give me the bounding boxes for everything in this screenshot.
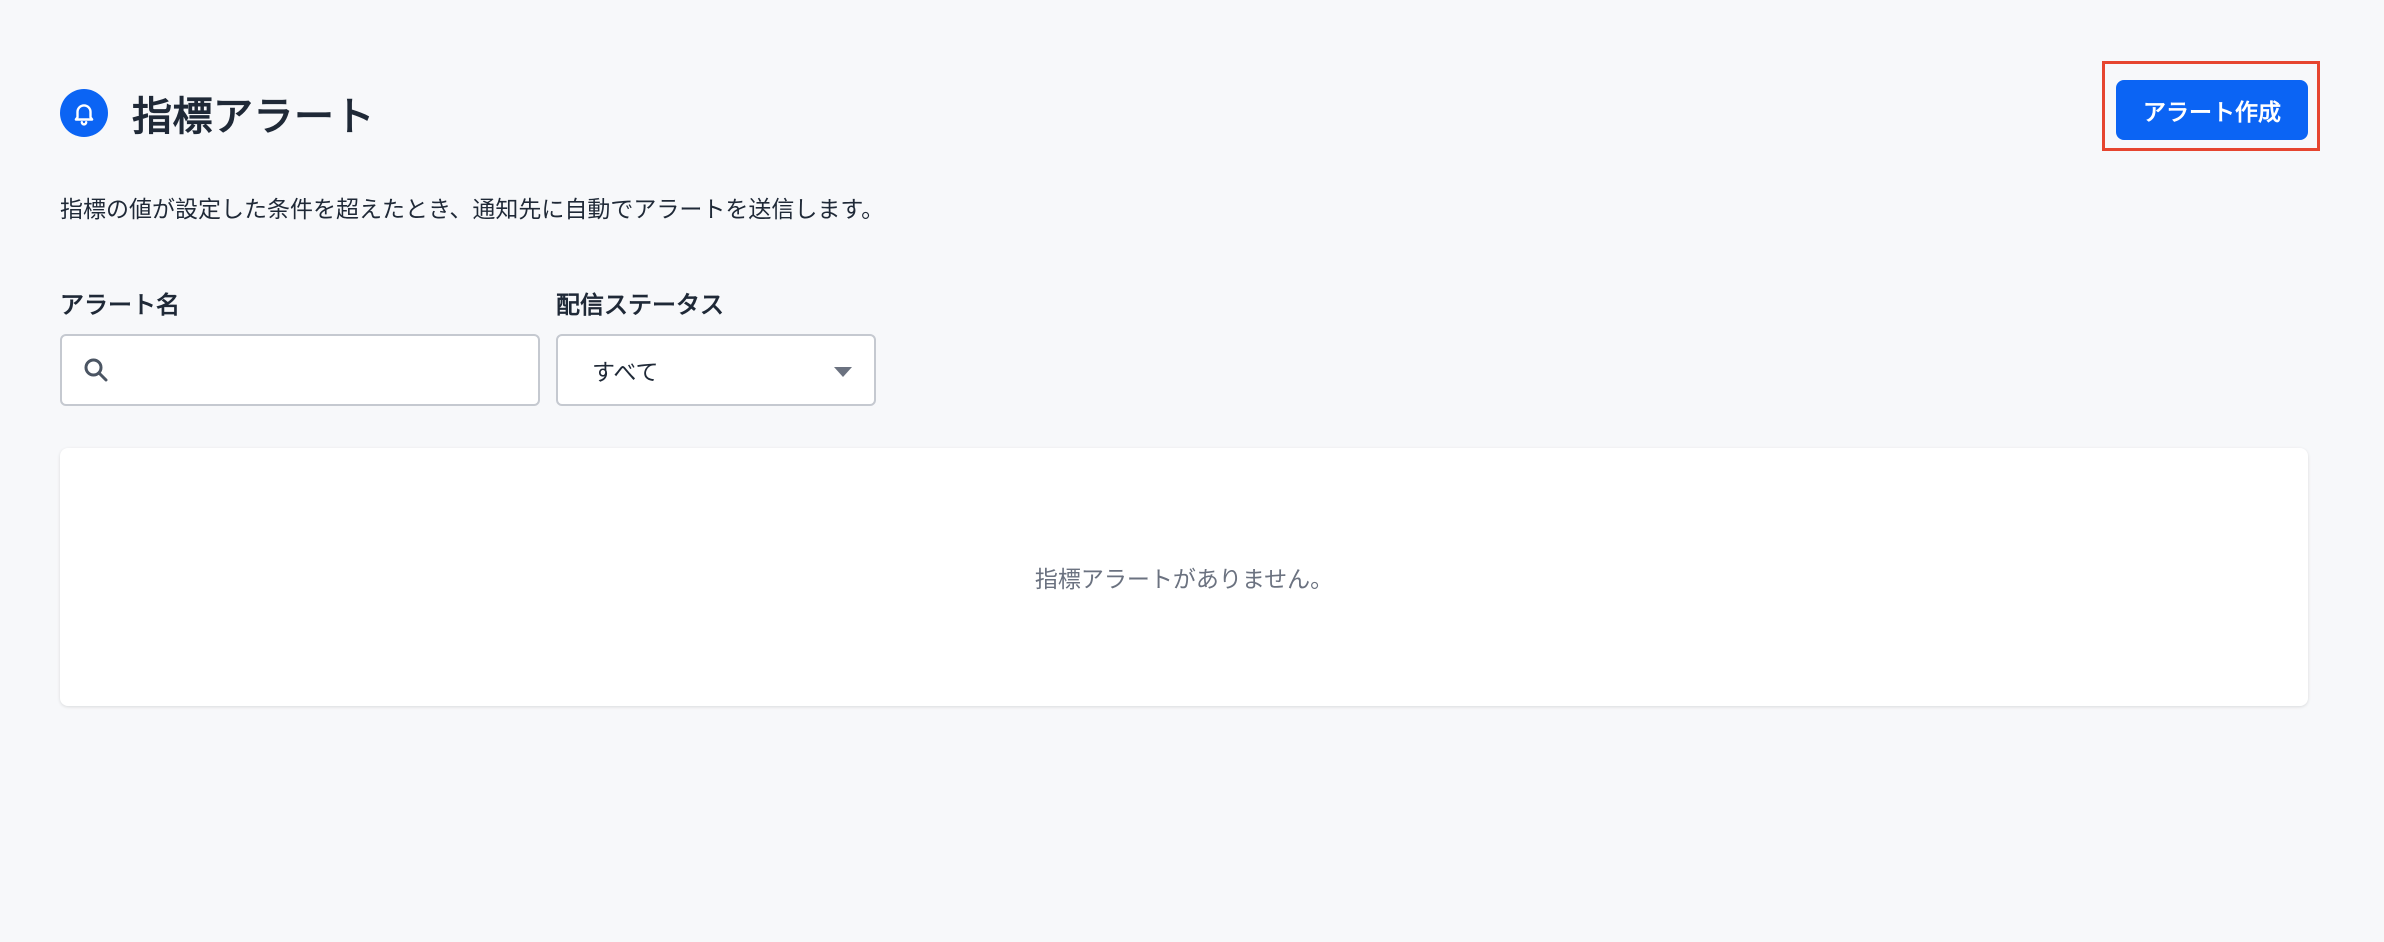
create-alert-button[interactable]: アラート作成 <box>2116 80 2308 140</box>
page-title: 指標アラート <box>132 94 375 140</box>
delivery-status-label: 配信ステータス <box>556 291 724 319</box>
chevron-down-icon <box>834 367 852 377</box>
empty-state-message: 指標アラートがありません。 <box>1034 567 1334 593</box>
delivery-status-selected: すべて <box>592 360 659 386</box>
alerts-list-empty: 指標アラートがありません。 <box>60 448 2308 706</box>
search-icon <box>84 358 108 382</box>
page-header: 指標アラート <box>60 84 375 142</box>
bell-icon <box>60 89 108 137</box>
alert-name-label: アラート名 <box>60 291 180 319</box>
page-description: 指標の値が設定した条件を超えたとき、通知先に自動でアラートを送信します。 <box>60 197 885 223</box>
delivery-status-select[interactable]: すべて <box>556 334 876 406</box>
alert-name-search-input[interactable] <box>60 334 540 406</box>
